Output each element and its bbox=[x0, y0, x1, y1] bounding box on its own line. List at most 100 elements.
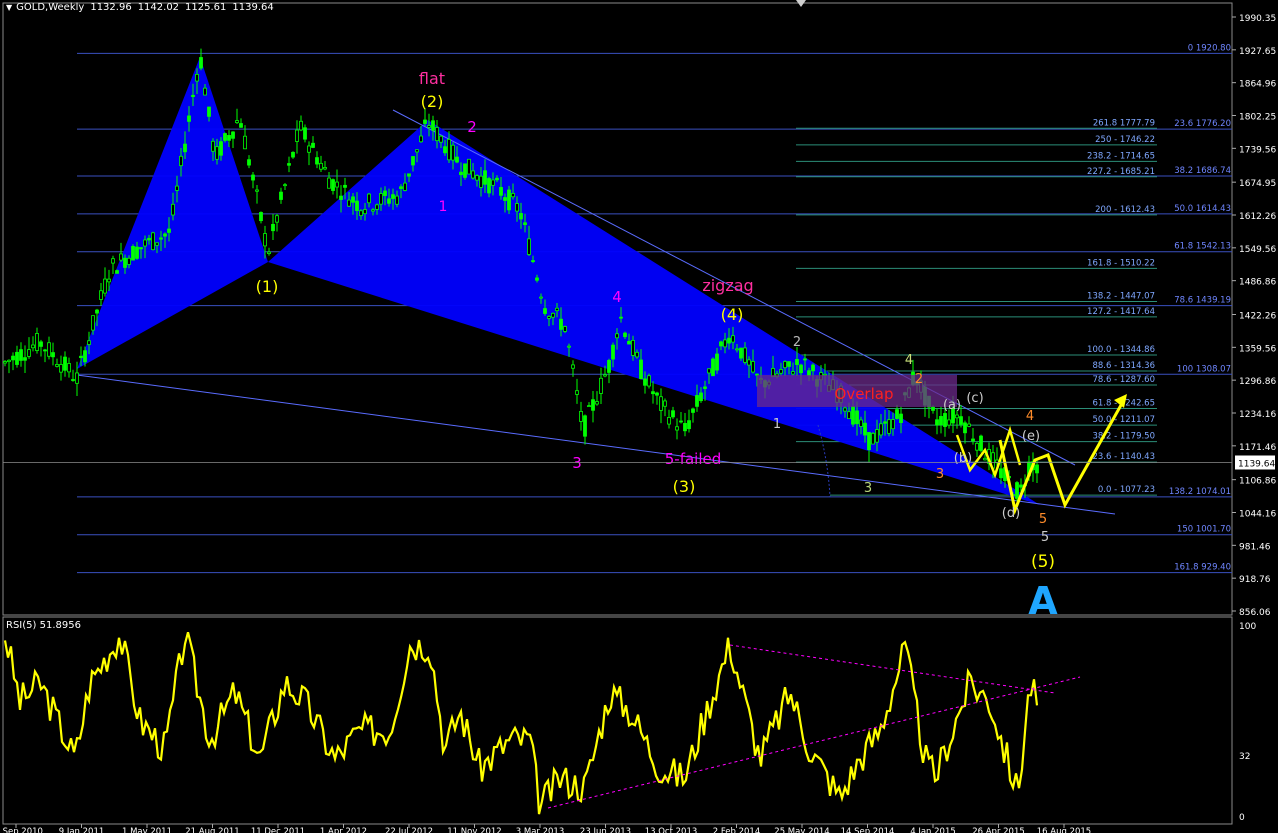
candle-body bbox=[23, 357, 27, 361]
price-tick-label: 1359.56 bbox=[1239, 344, 1276, 354]
candle-body bbox=[67, 363, 71, 373]
label-orange-2: 2 bbox=[915, 372, 923, 387]
date-tick-label: 16 Aug 2015 bbox=[1037, 827, 1091, 833]
date-tick-label: 26 Apr 2015 bbox=[972, 827, 1025, 833]
candle-body bbox=[691, 408, 695, 413]
label-overlap: Overlap bbox=[835, 385, 894, 403]
candle-body bbox=[575, 390, 579, 395]
fib-ext-label: 78.6 - 1287.60 bbox=[1092, 375, 1155, 385]
candle-body bbox=[407, 173, 411, 177]
date-tick-label: 2 Feb 2014 bbox=[713, 827, 761, 833]
label-flat: flat bbox=[419, 69, 445, 88]
candle-body bbox=[331, 179, 335, 191]
label-wave-5: (5) bbox=[1031, 552, 1055, 572]
symbol-low: 1125.61 bbox=[185, 2, 227, 13]
candle-body bbox=[343, 184, 347, 188]
label-zigzag: zigzag bbox=[702, 276, 753, 295]
candle-body bbox=[367, 193, 371, 204]
candle-body bbox=[395, 195, 399, 205]
fib-ext-label: 250 - 1746.22 bbox=[1095, 135, 1155, 145]
candle-body bbox=[643, 378, 647, 386]
price-chart[interactable]: 0 1920.80 23.6 1776.20 38.2 1686.74 50.0 16… bbox=[0, 0, 1278, 833]
date-tick-label: 9 Jan 2011 bbox=[59, 827, 105, 833]
fib-ext-label: 127.2 - 1417.64 bbox=[1087, 307, 1155, 317]
candle-body bbox=[215, 146, 219, 160]
fib-label: 0 1920.80 bbox=[1188, 43, 1231, 53]
label-d: (d) bbox=[1002, 506, 1020, 521]
candle-body bbox=[499, 186, 503, 196]
date-tick-label: 11 Dec 2011 bbox=[251, 827, 305, 833]
candle-body bbox=[51, 352, 55, 358]
date-tick-label: 1 May 2011 bbox=[122, 827, 172, 833]
candle-body bbox=[795, 359, 799, 365]
candle-body bbox=[163, 233, 167, 237]
fib-label: 100 1308.07 bbox=[1177, 364, 1231, 374]
candle-body bbox=[595, 401, 599, 405]
candle-body bbox=[471, 170, 475, 179]
candle-body bbox=[647, 375, 651, 387]
candle-body bbox=[519, 213, 523, 220]
candle-body bbox=[263, 233, 267, 247]
candle-body bbox=[279, 191, 283, 200]
candle-body bbox=[747, 359, 751, 366]
candle-body bbox=[139, 247, 143, 250]
label-orange-3: 3 bbox=[936, 467, 944, 482]
candle-body bbox=[127, 257, 131, 265]
candle-body bbox=[491, 179, 495, 186]
candle-body bbox=[967, 423, 971, 427]
candle-body bbox=[891, 419, 895, 430]
rsi-tick-label: 0 bbox=[1239, 813, 1245, 823]
candle-body bbox=[347, 199, 351, 207]
candle-body bbox=[579, 411, 583, 422]
price-tick-label: 1612.26 bbox=[1239, 212, 1276, 222]
candle-body bbox=[483, 170, 487, 185]
candle-body bbox=[59, 364, 63, 373]
candle-body bbox=[939, 416, 943, 426]
candle-body bbox=[451, 144, 455, 161]
candle-body bbox=[303, 127, 307, 140]
candle-body bbox=[107, 278, 111, 283]
date-tick-label: 21 Aug 2011 bbox=[185, 827, 239, 833]
rsi-tick-label: 32 bbox=[1239, 752, 1250, 762]
price-tick-label: 1296.86 bbox=[1239, 377, 1276, 387]
candle-body bbox=[971, 438, 975, 442]
price-tick-label: 1864.96 bbox=[1239, 80, 1276, 90]
candle-body bbox=[75, 372, 79, 384]
symbol-open: 1132.96 bbox=[90, 2, 132, 13]
candle-body bbox=[219, 141, 223, 156]
candle-body bbox=[743, 347, 747, 363]
candle-body bbox=[599, 377, 603, 394]
candle-body bbox=[947, 419, 951, 426]
candle-body bbox=[663, 400, 667, 407]
candle-body bbox=[403, 182, 407, 191]
label-minor-1: 1 bbox=[773, 417, 781, 432]
price-tick-label: 1927.65 bbox=[1239, 47, 1276, 57]
price-tick-label: 1802.25 bbox=[1239, 113, 1276, 123]
label-minor-3: 3 bbox=[864, 481, 872, 496]
candle-body bbox=[751, 361, 755, 373]
candle-body bbox=[35, 333, 39, 351]
dropdown-triangle-icon[interactable]: ▼ bbox=[6, 3, 12, 12]
candle-body bbox=[135, 246, 139, 259]
date-tick-label: 13 Oct 2013 bbox=[645, 827, 698, 833]
candle-body bbox=[851, 406, 855, 425]
candle-body bbox=[415, 149, 419, 153]
price-tick-label: 856.06 bbox=[1239, 608, 1271, 618]
collapse-arrow-icon[interactable] bbox=[796, 0, 806, 8]
candle-body bbox=[783, 361, 787, 369]
label-wave-4: (4) bbox=[721, 305, 744, 324]
candle-body bbox=[175, 185, 179, 191]
candle-body bbox=[155, 242, 159, 246]
date-tick-label: 11 Nov 2012 bbox=[447, 827, 501, 833]
candle-body bbox=[611, 344, 615, 360]
fib-ext-label: 227.2 - 1685.21 bbox=[1087, 167, 1155, 177]
fib-ext-label: 238.2 - 1714.65 bbox=[1087, 151, 1155, 161]
candle-body bbox=[511, 193, 515, 198]
candle-body bbox=[791, 371, 795, 375]
candle-body bbox=[335, 181, 339, 188]
candle-body bbox=[307, 145, 311, 153]
label-minor-5: 5 bbox=[1041, 530, 1049, 545]
candle-body bbox=[935, 419, 939, 426]
candle-body bbox=[55, 364, 59, 367]
candle-body bbox=[687, 420, 691, 430]
